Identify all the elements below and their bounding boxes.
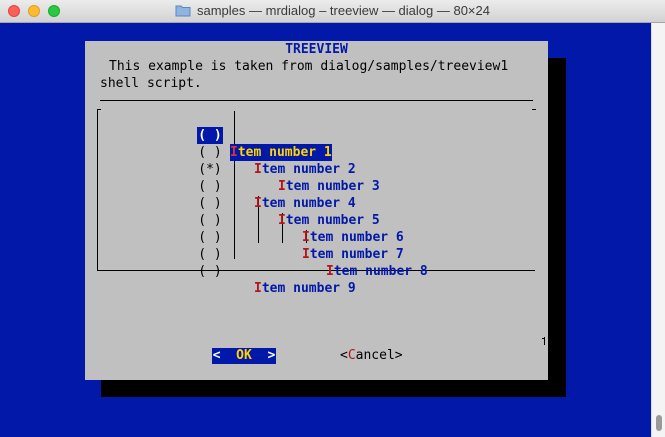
item-hotkey: I [326, 264, 334, 279]
cancel-label-rest: ancel [355, 348, 395, 363]
item-label[interactable]: Item number 8 [326, 263, 428, 280]
item-label[interactable]: Item number 1 [230, 144, 332, 161]
item-label-text: tem number 6 [309, 230, 404, 245]
ok-label-rest: K [244, 348, 252, 363]
item-label-text: tem number 1 [237, 145, 332, 160]
item-label-text: tem number 3 [285, 179, 380, 194]
folder-icon [175, 5, 191, 17]
item-label[interactable]: Item number 5 [278, 212, 380, 229]
item-label-text: tem number 8 [333, 264, 428, 279]
item-label-text: tem number 5 [285, 213, 380, 228]
separator-line [100, 100, 533, 101]
cancel-button[interactable]: <Cancel> [340, 348, 403, 364]
dialog-title: TREEVIEW [285, 42, 348, 57]
item-label-text: tem number 2 [261, 162, 356, 177]
tree-item-5[interactable]: ( ) Item number 5 [98, 178, 380, 228]
tree-item-7[interactable]: ( ) Item number 7 [98, 212, 404, 262]
item-hotkey: I [254, 281, 262, 296]
item-hotkey: I [278, 179, 286, 194]
tree-line [234, 111, 235, 259]
item-label-text: tem number 7 [309, 247, 404, 262]
item-label[interactable]: Item number 3 [278, 178, 380, 195]
tree-item-6[interactable]: ( ) Item number 6 [98, 195, 404, 245]
item-hotkey: I [254, 162, 262, 177]
treeview-dialog: TREEVIEW This example is taken from dial… [85, 41, 548, 380]
terminal-window: samples — mrdialog – treeview — dialog —… [0, 0, 665, 437]
item-label-text: tem number 4 [261, 196, 356, 211]
tree-item-2[interactable]: ( ) Item number 2 [98, 127, 356, 177]
scrollbar[interactable] [651, 23, 665, 437]
item-checkbox[interactable]: (*) [197, 161, 223, 178]
tree-item-8[interactable]: ( ) Item number 8 [98, 229, 428, 279]
item-checkbox[interactable]: ( ) [197, 127, 223, 144]
item-checkbox[interactable]: ( ) [197, 246, 223, 263]
item-checkbox[interactable]: ( ) [197, 263, 223, 280]
item-checkbox[interactable]: ( ) [197, 229, 223, 246]
item-hotkey: I [302, 230, 310, 245]
item-label[interactable]: Item number 7 [302, 246, 404, 263]
item-label[interactable]: Item number 6 [302, 229, 404, 246]
item-label[interactable]: Item number 2 [254, 161, 356, 178]
tree-item-4[interactable]: ( ) Item number 4 [98, 161, 356, 211]
item-checkbox[interactable]: ( ) [197, 212, 223, 229]
dialog-description-line: This example is taken from dialog/sample… [109, 59, 509, 74]
tree-item-1[interactable]: ( ) Item number 1 [98, 110, 332, 161]
cancel-left-bracket: < [340, 348, 348, 363]
item-label-text: tem number 9 [261, 281, 356, 296]
item-label[interactable]: Item number 9 [254, 280, 356, 297]
title-bar[interactable]: samples — mrdialog – treeview — dialog —… [0, 0, 665, 23]
item-hotkey: I [278, 213, 286, 228]
item-label[interactable]: Item number 4 [254, 195, 356, 212]
tree-box-corner [532, 109, 536, 110]
ok-hotkey: O [236, 348, 244, 363]
item-hotkey: I [302, 247, 310, 262]
ok-right-bracket: > [251, 348, 276, 363]
window-title-wrap: samples — mrdialog – treeview — dialog —… [0, 0, 665, 22]
item-checkbox[interactable]: ( ) [197, 178, 223, 195]
ok-button[interactable]: < OK > [212, 348, 276, 364]
cancel-hotkey: C [347, 348, 356, 363]
scrollbar-thumb[interactable] [656, 415, 662, 431]
item-checkbox[interactable]: ( ) [197, 144, 223, 161]
item-hotkey: I [230, 145, 238, 160]
item-checkbox[interactable]: ( ) [197, 195, 223, 212]
tree-item-3[interactable]: (*) Item number 3 [98, 144, 380, 194]
tree-item-9[interactable]: ( ) Item number 9 [98, 246, 356, 296]
tree-list[interactable]: ( ) Item number 1 ( ) Item number 2 (*) … [97, 109, 536, 296]
window-title: samples — mrdialog – treeview — dialog —… [196, 3, 490, 18]
cancel-right-bracket: > [394, 348, 403, 363]
box-edge-mark [544, 337, 545, 345]
dialog-description-line: shell script. [100, 76, 202, 91]
item-hotkey: I [254, 196, 262, 211]
ok-left-bracket: < [212, 348, 237, 363]
